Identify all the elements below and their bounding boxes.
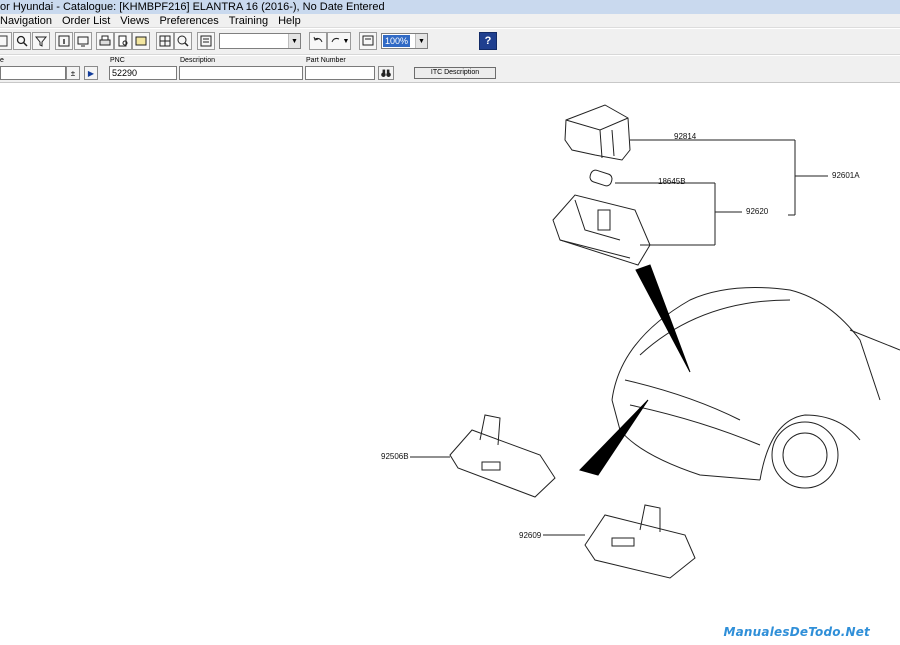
screen-icon[interactable]	[74, 32, 92, 50]
notes-icon[interactable]	[359, 32, 377, 50]
filter-icon[interactable]	[32, 32, 50, 50]
menu-bar: Navigation Order List Views Preferences …	[0, 14, 900, 28]
watermark-text: ManualesDeTodo.Net	[723, 625, 870, 639]
zoom-value: 100%	[383, 35, 411, 47]
license-lamp-right-part[interactable]	[584, 504, 696, 579]
zoom-fit-icon[interactable]	[156, 32, 174, 50]
window-title: or Hyundai - Catalogue: [KHMBPF216] ELAN…	[0, 0, 900, 14]
part-label-18645b[interactable]: 18645B	[658, 177, 686, 186]
toolbar: ▼ ▼ 100% ▼ ?	[0, 29, 900, 55]
play-icon[interactable]: ▶	[84, 66, 98, 80]
part-label-92601a[interactable]: 92601A	[832, 171, 860, 180]
first-field-input[interactable]	[0, 66, 66, 80]
zoom-select[interactable]: 100% ▼	[381, 33, 428, 49]
part-label-92620[interactable]: 92620	[746, 207, 768, 216]
search-icon[interactable]	[13, 32, 31, 50]
itc-description-button[interactable]: ITC Description	[414, 67, 496, 79]
print-preview-icon[interactable]	[114, 32, 132, 50]
lamp-housing-part[interactable]	[552, 194, 651, 266]
part-label-92506b[interactable]: 92506B	[381, 452, 409, 461]
car-rear-outline	[611, 287, 900, 489]
binoculars-icon[interactable]	[378, 66, 394, 80]
help-icon[interactable]: ?	[479, 32, 497, 50]
info-icon[interactable]	[55, 32, 73, 50]
first-field-label: e	[0, 57, 4, 64]
chevron-down-icon: ▼	[288, 34, 300, 48]
part-label-92814[interactable]: 92814	[674, 132, 696, 141]
description-input[interactable]	[179, 66, 303, 80]
list-icon[interactable]	[197, 32, 215, 50]
menu-preferences[interactable]: Preferences	[154, 14, 223, 28]
menu-help[interactable]: Help	[273, 14, 306, 28]
pnc-label: PNC	[110, 57, 125, 64]
pnc-input[interactable]: 52290	[109, 66, 177, 80]
document-icon[interactable]	[0, 32, 12, 50]
menu-order-list[interactable]: Order List	[57, 14, 115, 28]
description-label: Description	[180, 57, 216, 64]
diagram-drawing	[410, 104, 900, 579]
part-number-label: Part Number	[306, 57, 346, 64]
bulb-part[interactable]	[589, 169, 614, 187]
license-lamp-left-part[interactable]	[449, 414, 556, 498]
undo-icon[interactable]	[309, 32, 327, 50]
parts-diagram: 92814 18645B 92620 92601A 92506B 92609 M…	[0, 84, 900, 645]
lamp-cover-part[interactable]	[564, 104, 631, 161]
menu-navigation[interactable]: Navigation	[0, 14, 57, 28]
part-number-input[interactable]	[305, 66, 375, 80]
redo-icon[interactable]: ▼	[327, 32, 351, 50]
image-icon[interactable]	[132, 32, 150, 50]
part-label-92609[interactable]: 92609	[519, 531, 541, 540]
print-icon[interactable]	[96, 32, 114, 50]
sort-icon[interactable]: ±	[66, 66, 80, 80]
search-bar: e ± ▶ PNC 52290 Description Part Number …	[0, 56, 900, 83]
zoom-in-icon[interactable]	[174, 32, 192, 50]
menu-views[interactable]: Views	[115, 14, 154, 28]
menu-training[interactable]: Training	[224, 14, 273, 28]
chevron-down-icon: ▼	[415, 34, 427, 48]
view-dropdown[interactable]: ▼	[219, 33, 301, 49]
